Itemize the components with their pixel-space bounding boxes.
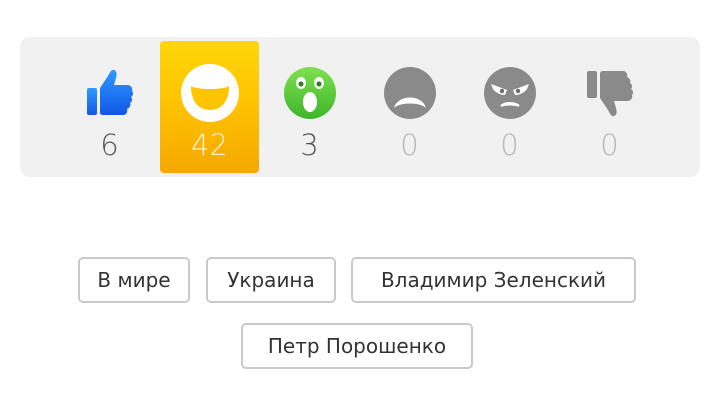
reactions-panel: 6 42 3 0 0 0 <box>20 37 700 177</box>
reaction-like[interactable]: 6 <box>60 41 159 173</box>
reaction-wow-count: 3 <box>300 128 319 162</box>
reaction-laugh-count: 42 <box>191 128 228 162</box>
laughing-face-icon <box>180 64 239 122</box>
reaction-sad-count: 0 <box>400 128 419 162</box>
reaction-laugh[interactable]: 42 <box>160 41 259 173</box>
tag-poroshenko[interactable]: Петр Порошенко <box>241 323 473 369</box>
reaction-dislike-count: 0 <box>600 128 619 162</box>
page: 6 42 3 0 0 0 В мире Украина Владимир Зел… <box>0 0 720 406</box>
reaction-angry[interactable]: 0 <box>460 41 559 173</box>
thumbs-down-icon <box>581 64 639 122</box>
reaction-dislike[interactable]: 0 <box>560 41 659 173</box>
reaction-angry-count: 0 <box>500 128 519 162</box>
reaction-wow[interactable]: 3 <box>260 41 359 173</box>
sad-face-icon <box>381 64 439 122</box>
surprised-face-icon <box>281 64 339 122</box>
tag-world[interactable]: В мире <box>78 257 190 303</box>
tag-ukraine[interactable]: Украина <box>206 257 336 303</box>
tag-zelensky[interactable]: Владимир Зеленский <box>351 257 636 303</box>
thumbs-up-icon <box>81 64 139 122</box>
reaction-sad[interactable]: 0 <box>360 41 459 173</box>
reaction-like-count: 6 <box>100 128 119 162</box>
angry-face-icon <box>481 64 539 122</box>
